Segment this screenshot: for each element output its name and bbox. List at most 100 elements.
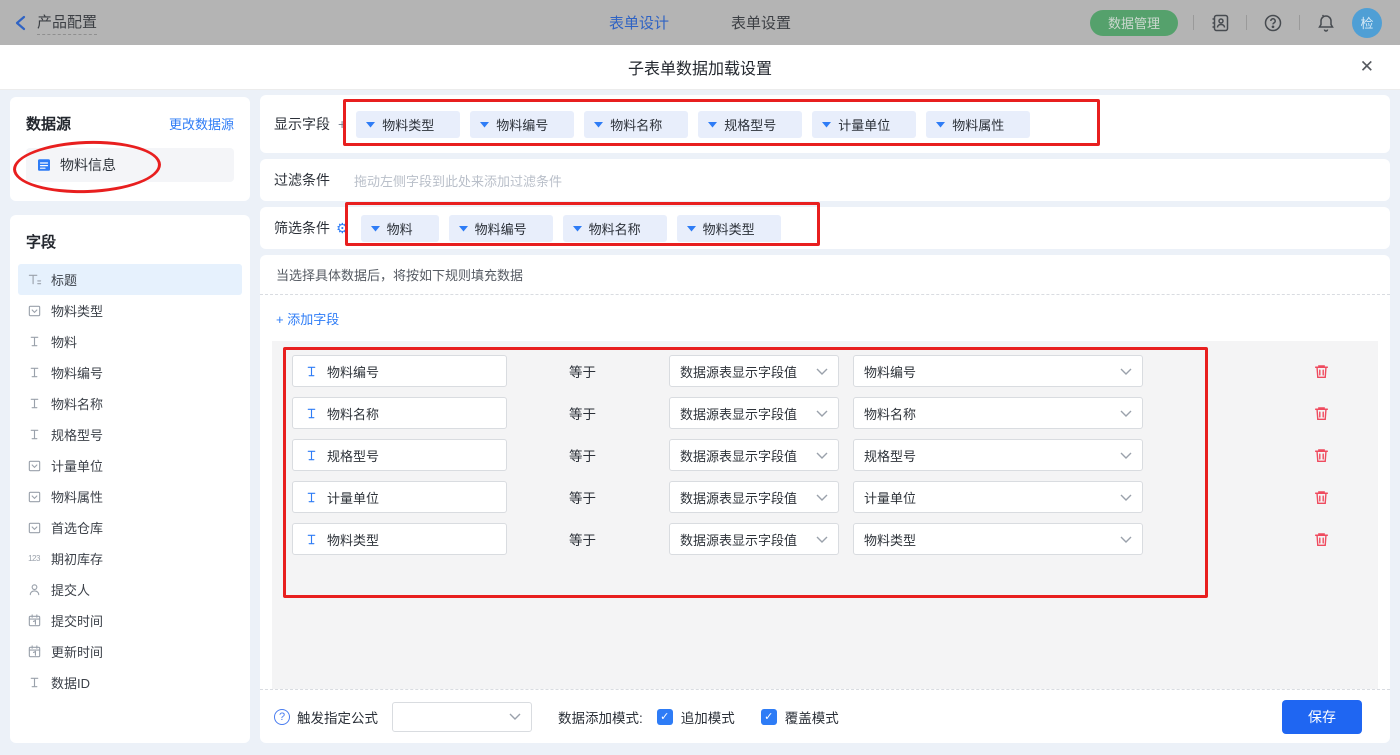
tag-label: 物料名称	[588, 221, 641, 237]
user-field-icon	[26, 582, 42, 598]
rule-field-label: 物料类型	[327, 532, 380, 548]
rule-field-label: 物料编号	[327, 364, 380, 380]
rule-value-value: 计量单位	[864, 490, 917, 506]
tab-form-design[interactable]: 表单设计	[609, 12, 669, 33]
display-fields-section: 显示字段 + 物料类型 物料编号 物料名称 规格型号 计量单位 物料属性	[260, 95, 1390, 153]
triangle-down-icon	[594, 121, 604, 128]
field-item[interactable]: 标题	[18, 264, 242, 295]
close-icon[interactable]: ✕	[1360, 57, 1374, 77]
save-button[interactable]: 保存	[1282, 699, 1362, 734]
field-item[interactable]: 更新时间	[18, 636, 242, 667]
field-tag[interactable]: 物料属性	[926, 110, 1031, 138]
field-item[interactable]: 首选仓库	[18, 512, 242, 543]
field-item-label: 规格型号	[51, 428, 104, 443]
rule-field-input[interactable]: 物料类型	[292, 523, 507, 555]
field-tag[interactable]: 规格型号	[698, 110, 803, 138]
field-item[interactable]: 物料类型	[18, 295, 242, 326]
mode-checkbox-group: ✓ 追加模式 ✓ 覆盖模式	[656, 707, 839, 727]
topbar-tabs: 表单设计 表单设置	[609, 0, 791, 45]
notification-bell-icon[interactable]	[1315, 12, 1337, 34]
delete-rule-icon[interactable]	[1313, 405, 1330, 422]
delete-rule-icon[interactable]	[1313, 489, 1330, 506]
rule-field-input[interactable]: 计量单位	[292, 481, 507, 513]
rule-value-value: 规格型号	[864, 448, 917, 464]
app-name[interactable]: 产品配置	[37, 11, 98, 35]
rule-operator: 等于	[569, 491, 596, 506]
field-item[interactable]: 物料名称	[18, 388, 242, 419]
back-chevron-icon[interactable]	[14, 15, 28, 31]
rule-row: 计量单位 等于 数据源表显示字段值 计量单位	[292, 481, 1378, 513]
rule-source-select[interactable]: 数据源表显示字段值	[669, 439, 839, 471]
field-tag[interactable]: 计量单位	[812, 110, 917, 138]
rule-source-select[interactable]: 数据源表显示字段值	[669, 523, 839, 555]
help-icon[interactable]	[1262, 12, 1284, 34]
add-field-button[interactable]: + 添加字段	[276, 309, 339, 328]
rule-value-select[interactable]: 规格型号	[853, 439, 1143, 471]
field-item[interactable]: 规格型号	[18, 419, 242, 450]
mode-checkbox-label: 覆盖模式	[784, 710, 839, 726]
rule-value-select[interactable]: 物料编号	[853, 355, 1143, 387]
add-display-field-icon[interactable]: +	[338, 116, 346, 132]
rule-field-input[interactable]: 规格型号	[292, 439, 507, 471]
rule-row: 物料类型 等于 数据源表显示字段值 物料类型	[292, 523, 1378, 555]
triangle-down-icon	[936, 121, 946, 128]
rule-source-select[interactable]: 数据源表显示字段值	[669, 481, 839, 513]
mode-checkbox[interactable]: ✓ 追加模式	[656, 707, 735, 727]
triangle-down-icon	[370, 225, 380, 232]
delete-rule-icon[interactable]	[1313, 531, 1330, 548]
formula-label: 触发指定公式	[297, 710, 378, 726]
number-field-icon: 123	[28, 554, 40, 563]
rule-value-select[interactable]: 计量单位	[853, 481, 1143, 513]
field-item[interactable]: 物料属性	[18, 481, 242, 512]
field-tag[interactable]: 物料	[360, 214, 439, 242]
text-field-icon	[303, 363, 319, 379]
field-item-label: 物料	[51, 335, 78, 350]
filter-label: 过滤条件	[274, 172, 330, 188]
display-field-tags: 物料类型 物料编号 物料名称 规格型号 计量单位 物料属性	[356, 110, 1031, 138]
field-item[interactable]: 计量单位	[18, 450, 242, 481]
field-tag[interactable]: 物料编号	[448, 214, 553, 242]
user-avatar[interactable]: 检	[1352, 7, 1382, 38]
rule-field-label: 物料名称	[327, 406, 380, 422]
data-manage-button[interactable]: 数据管理	[1089, 9, 1178, 36]
formula-select[interactable]	[392, 701, 532, 732]
field-tag[interactable]: 物料类型	[356, 110, 461, 138]
datasource-item[interactable]: 物料信息	[26, 148, 234, 182]
field-tag[interactable]: 物料名称	[562, 214, 667, 242]
field-item[interactable]: 提交人	[18, 574, 242, 605]
filter-dropzone-placeholder[interactable]: 拖动左侧字段到此处来添加过滤条件	[354, 171, 562, 190]
help-circle-icon[interactable]: ?	[274, 708, 290, 725]
gear-icon[interactable]: ⚙	[336, 221, 349, 235]
rule-operator: 等于	[569, 365, 596, 380]
change-datasource-link[interactable]: 更改数据源	[169, 114, 234, 133]
rule-operator: 等于	[569, 407, 596, 422]
rule-value-select[interactable]: 物料类型	[853, 523, 1143, 555]
field-item[interactable]: 提交时间	[18, 605, 242, 636]
rule-source-value: 数据源表显示字段值	[680, 406, 798, 422]
delete-rule-icon[interactable]	[1313, 363, 1330, 380]
field-item[interactable]: 物料	[18, 326, 242, 357]
rule-field-input[interactable]: 物料编号	[292, 355, 507, 387]
rule-field-label: 计量单位	[327, 490, 380, 506]
select-field-icon	[26, 520, 42, 536]
rule-field-input[interactable]: 物料名称	[292, 397, 507, 429]
text-field-icon	[303, 405, 319, 421]
contacts-book-icon[interactable]	[1209, 12, 1231, 34]
rule-source-select[interactable]: 数据源表显示字段值	[669, 397, 839, 429]
delete-rule-icon[interactable]	[1313, 447, 1330, 464]
tab-form-settings[interactable]: 表单设置	[731, 12, 791, 33]
mode-checkbox[interactable]: ✓ 覆盖模式	[760, 707, 839, 727]
field-tag[interactable]: 物料编号	[470, 110, 575, 138]
field-tag[interactable]: 物料名称	[584, 110, 689, 138]
rule-value-select[interactable]: 物料名称	[853, 397, 1143, 429]
rule-source-select[interactable]: 数据源表显示字段值	[669, 355, 839, 387]
field-item[interactable]: 数据ID	[18, 667, 242, 698]
tag-label: 物料编号	[474, 221, 527, 237]
field-item[interactable]: 123 期初库存	[18, 543, 242, 574]
field-item[interactable]: 物料编号	[18, 357, 242, 388]
divider	[1246, 15, 1247, 30]
triangle-down-icon	[708, 121, 718, 128]
field-tag[interactable]: 物料类型	[676, 214, 781, 242]
triangle-down-icon	[572, 225, 582, 232]
checkbox-checked-icon: ✓	[760, 708, 777, 725]
